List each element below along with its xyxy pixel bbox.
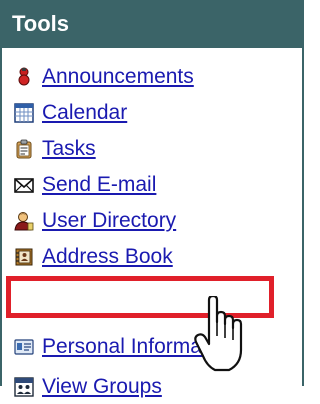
calendar-icon [14, 103, 34, 123]
tool-view-groups[interactable]: View Groups [2, 370, 162, 404]
tool-address-book-label[interactable]: Address Book [42, 245, 173, 269]
tool-calendar-label[interactable]: Calendar [42, 101, 127, 125]
tool-user-directory[interactable]: User Directory [2, 204, 176, 238]
personal-info-icon [14, 337, 34, 357]
tasks-icon [14, 139, 34, 159]
tool-announcements[interactable]: Announcements [2, 60, 194, 94]
user-directory-icon [14, 211, 34, 231]
groups-icon [14, 377, 34, 397]
tool-tasks-label[interactable]: Tasks [42, 137, 96, 161]
tool-address-book[interactable]: Address Book [2, 240, 173, 274]
tool-user-directory-label[interactable]: User Directory [42, 209, 176, 233]
announcements-icon [14, 67, 34, 87]
tool-send-email-label[interactable]: Send E-mail [42, 173, 156, 197]
envelope-icon [14, 175, 34, 195]
tool-announcements-label[interactable]: Announcements [42, 65, 194, 89]
tool-calendar[interactable]: Calendar [2, 96, 127, 130]
tool-tasks[interactable]: Tasks [2, 132, 96, 166]
tools-panel: Tools Announcements Calendar Tasks Send … [0, 0, 304, 398]
tool-view-groups-label[interactable]: View Groups [42, 375, 162, 399]
tool-send-email[interactable]: Send E-mail [2, 168, 156, 202]
panel-title: Tools [2, 0, 302, 48]
hand-cursor-icon [194, 296, 243, 372]
address-book-icon [14, 247, 34, 267]
